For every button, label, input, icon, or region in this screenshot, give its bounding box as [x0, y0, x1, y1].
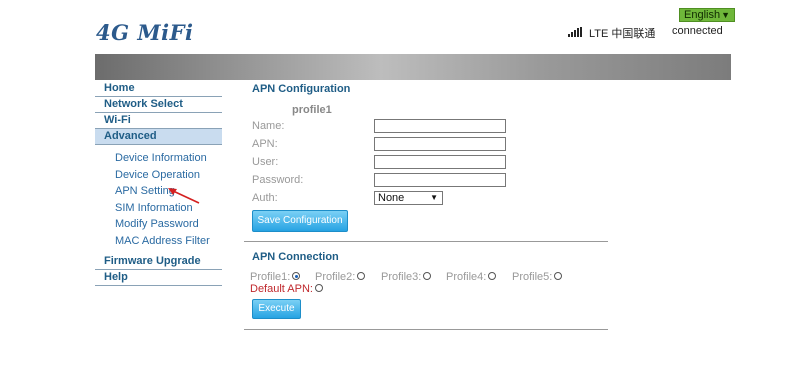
profile4-label: Profile4:	[446, 271, 487, 283]
auth-select[interactable]: None ▼	[374, 191, 443, 205]
default-apn-radio[interactable]	[314, 284, 323, 292]
auth-selected-value: None	[378, 192, 405, 204]
submenu-mac-address-filter[interactable]: MAC Address Filter	[95, 233, 222, 250]
submenu-apn-setting[interactable]: APN Setting	[95, 183, 222, 200]
chevron-down-icon: ▼	[430, 193, 438, 202]
apn-connection-title: APN Connection	[252, 251, 339, 263]
signal-strength-icon	[568, 27, 583, 37]
connection-status: connected	[672, 25, 723, 37]
profile5-option[interactable]: Profile5:	[512, 271, 563, 283]
profile2-radio[interactable]	[357, 272, 366, 280]
red-arrow-annotation	[168, 188, 200, 204]
submenu-device-operation[interactable]: Device Operation	[95, 167, 222, 184]
submenu-device-information[interactable]: Device Information	[95, 150, 222, 167]
user-label: User:	[252, 156, 279, 168]
header-banner	[95, 54, 731, 80]
language-select[interactable]: English ▼	[679, 8, 735, 22]
sidebar-item-home[interactable]: Home	[95, 81, 222, 97]
execute-button[interactable]: Execute	[252, 299, 301, 319]
submenu-sim-information[interactable]: SIM Information	[95, 200, 222, 217]
name-input[interactable]	[374, 119, 506, 133]
profile3-radio[interactable]	[423, 272, 432, 280]
profile3-label: Profile3:	[381, 271, 422, 283]
sidebar-item-network-select[interactable]: Network Select	[95, 97, 222, 113]
auth-label: Auth:	[252, 192, 278, 204]
apn-input[interactable]	[374, 137, 506, 151]
sidebar-nav: Home Network Select Wi-Fi Advanced Devic…	[95, 81, 222, 286]
chevron-down-icon: ▼	[721, 10, 730, 20]
name-label: Name:	[252, 120, 285, 132]
default-apn-label: Default APN:	[250, 283, 313, 295]
advanced-submenu: Device Information Device Operation APN …	[95, 150, 222, 250]
apn-configuration-title: APN Configuration	[252, 83, 351, 95]
profile2-option[interactable]: Profile2:	[315, 271, 366, 283]
password-label: Password:	[252, 174, 304, 186]
submenu-modify-password[interactable]: Modify Password	[95, 216, 222, 233]
sidebar-item-wifi[interactable]: Wi-Fi	[95, 113, 222, 129]
apn-label: APN:	[252, 138, 278, 150]
user-input[interactable]	[374, 155, 506, 169]
password-input[interactable]	[374, 173, 506, 187]
profile1-option[interactable]: Profile1:	[250, 271, 301, 283]
profile1-label: Profile1:	[250, 271, 291, 283]
brand-logo: 4G MiFi	[96, 20, 194, 45]
profile4-option[interactable]: Profile4:	[446, 271, 497, 283]
profile1-radio[interactable]	[292, 272, 301, 280]
profile3-option[interactable]: Profile3:	[381, 271, 432, 283]
save-configuration-button[interactable]: Save Configuration	[252, 210, 348, 232]
section-divider-bottom	[244, 329, 608, 330]
sidebar-item-firmware-upgrade[interactable]: Firmware Upgrade	[95, 254, 222, 270]
profile-heading: profile1	[292, 104, 332, 116]
sidebar-item-advanced[interactable]: Advanced	[95, 129, 222, 145]
profile4-radio[interactable]	[488, 272, 497, 280]
profile5-label: Profile5:	[512, 271, 553, 283]
network-type: LTE 中国联通	[589, 28, 656, 40]
sidebar-item-help[interactable]: Help	[95, 270, 222, 286]
language-selected-value: English	[684, 9, 721, 21]
section-divider	[244, 241, 608, 242]
profile2-label: Profile2:	[315, 271, 356, 283]
default-apn-option[interactable]: Default APN:	[250, 283, 323, 295]
profile5-radio[interactable]	[554, 272, 563, 280]
